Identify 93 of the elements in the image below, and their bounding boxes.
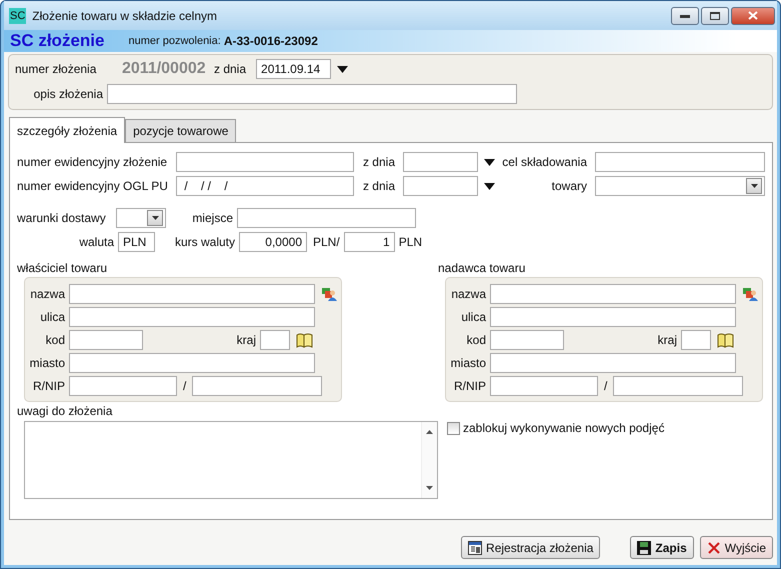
field-label: nazwa (450, 287, 487, 301)
scroll-up-icon[interactable] (426, 430, 433, 434)
field-label: kraj (656, 333, 678, 347)
field-label: opis złożenia (32, 87, 104, 101)
input-field[interactable] (613, 376, 744, 396)
field-label: kurs waluty (174, 235, 236, 249)
close-icon (748, 11, 758, 20)
tab[interactable]: pozycje towarowe (125, 119, 236, 142)
input-field[interactable] (69, 376, 177, 396)
minimize-icon (680, 14, 690, 18)
date-field[interactable] (403, 152, 478, 172)
block-checkbox[interactable]: zablokuj wykonywanie nowych podjęć (447, 421, 664, 435)
field-label: R/NIP (32, 379, 66, 393)
rate-field[interactable]: 0,0000 (239, 232, 307, 252)
field-label: nazwa (29, 287, 66, 301)
number-value: 2011/00002 (122, 60, 207, 78)
permit-label: numer pozwolenia: (128, 35, 221, 47)
close-icon (706, 540, 721, 554)
book-icon[interactable] (296, 332, 313, 348)
tab[interactable]: szczegóły złożenia (9, 117, 126, 143)
field-label: ulica (39, 310, 66, 324)
input-field[interactable] (490, 330, 564, 350)
notes-field[interactable] (24, 421, 438, 499)
input-field[interactable] (237, 208, 416, 228)
dropdown-arrow-icon[interactable] (484, 158, 495, 166)
field-label: miasto (28, 356, 66, 370)
input-field[interactable] (260, 330, 290, 350)
contacts-icon[interactable] (321, 286, 337, 302)
field-label: kod (44, 333, 66, 347)
unit-label: PLN/ (313, 235, 341, 249)
field-label: numer ewidencyjny OGL PU (17, 179, 169, 193)
input-field[interactable] (69, 284, 315, 304)
field-label: cel składowania (501, 155, 588, 169)
register-button[interactable]: Rejestracja złożenia (461, 536, 600, 559)
field-label: R/NIP (452, 379, 487, 393)
scrollbar[interactable] (421, 422, 437, 498)
field-label: miejsce (191, 211, 234, 225)
field-label: warunki dostawy (17, 211, 107, 225)
form-title: SC złożenie (10, 31, 104, 51)
separator-label: / (183, 379, 186, 393)
input-field[interactable] (595, 152, 765, 172)
input-field[interactable] (69, 330, 143, 350)
unit-label: PLN (398, 235, 424, 249)
input-field[interactable] (490, 353, 736, 373)
minimize-button[interactable] (671, 6, 699, 24)
field-label: waluta (78, 235, 115, 249)
checkbox-box[interactable] (447, 422, 460, 434)
dropdown-arrow-icon (750, 184, 758, 188)
field-label: z dnia (362, 179, 396, 193)
input-field[interactable] (69, 307, 315, 327)
dropdown-arrow-icon[interactable] (484, 182, 495, 190)
dropdown-arrow-icon (152, 216, 158, 220)
dropdown-arrow-icon[interactable] (337, 66, 348, 72)
delivery-dropdown[interactable] (116, 208, 166, 228)
input-field[interactable] (176, 152, 354, 172)
field-label: z dnia (362, 155, 396, 169)
save-button[interactable]: Zapis (630, 536, 694, 559)
book-icon[interactable] (717, 332, 734, 348)
separator-label: / (604, 379, 608, 393)
form-icon (468, 540, 482, 554)
close-button[interactable] (731, 6, 775, 24)
section-title: właściciel towaru (17, 261, 108, 275)
maximize-button[interactable] (701, 6, 729, 24)
scroll-down-icon[interactable] (426, 486, 433, 490)
input-field[interactable] (490, 307, 736, 327)
field-label: numer złożenia (15, 62, 98, 76)
input-field[interactable] (192, 376, 322, 396)
field-label: z dnia (214, 62, 248, 76)
currency-field[interactable]: PLN (118, 232, 155, 252)
input-field[interactable] (490, 376, 598, 396)
field-label: kod (466, 333, 487, 347)
date-field[interactable] (403, 176, 478, 196)
permit-number: A-33-0016-23092 (224, 34, 318, 48)
exit-button[interactable]: Wyjście (700, 536, 773, 559)
field-label: miasto (450, 356, 487, 370)
rate-base-field[interactable]: 1 (344, 232, 395, 252)
window-title: Złożenie towaru w składzie celnym (32, 8, 218, 22)
contacts-icon[interactable] (742, 286, 758, 302)
maximize-icon (710, 12, 720, 20)
input-field[interactable]: / / / / (176, 176, 354, 196)
section-title: nadawca towaru (438, 261, 526, 275)
section-title: uwagi do złożenia (17, 404, 114, 418)
input-field[interactable] (490, 284, 736, 304)
app-icon: SC (9, 8, 26, 24)
field-label: kraj (236, 333, 257, 347)
input-field[interactable] (69, 353, 315, 373)
field-label: ulica (460, 310, 487, 324)
date-field[interactable]: 2011.09.14 (256, 59, 332, 79)
field-label: numer ewidencyjny złożenie (17, 155, 168, 169)
goods-dropdown[interactable] (595, 176, 765, 196)
input-field[interactable] (681, 330, 711, 350)
description-field[interactable] (107, 84, 517, 104)
field-label: towary (550, 179, 588, 193)
